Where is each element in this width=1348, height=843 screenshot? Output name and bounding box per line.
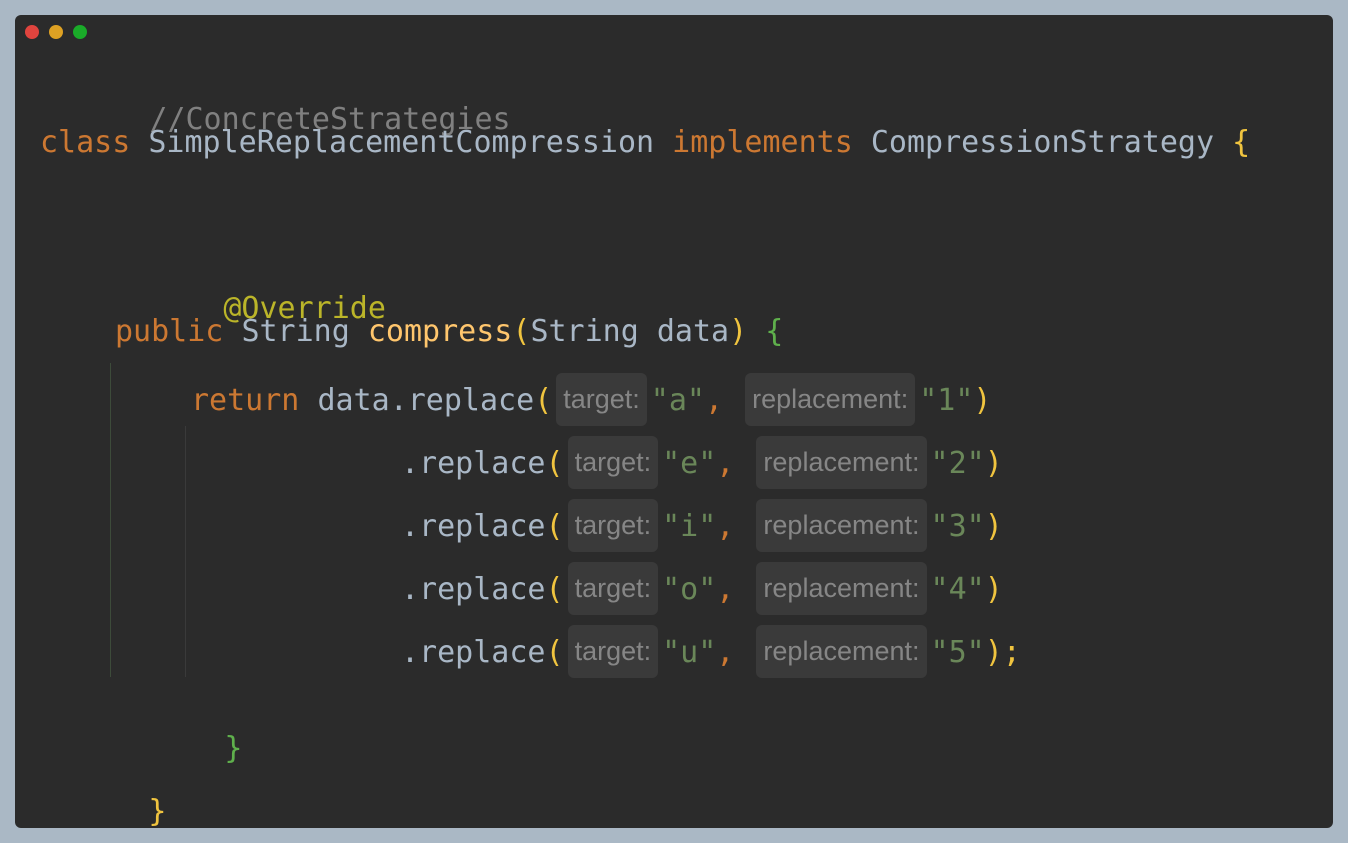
indent-guide-return	[185, 426, 186, 677]
code-line-method-close: }	[116, 689, 242, 766]
replace-close-paren: )	[984, 509, 1003, 544]
code-editor[interactable]: //ConcreteStrategies class SimpleReplace…	[15, 15, 1333, 828]
code-line-class-decl: class SimpleReplacementCompression imple…	[40, 123, 1250, 163]
replace-close-paren: );	[984, 635, 1021, 670]
replacement-string: "5"	[930, 635, 985, 670]
replacement-string: "2"	[930, 446, 985, 481]
replacement-string: "1"	[919, 383, 974, 418]
target-param-hint: target:	[567, 436, 659, 489]
target-param-hint: target:	[567, 625, 659, 678]
code-line-method-decl: public String compress(String data) {	[115, 312, 783, 352]
replace-method: .replace	[401, 509, 546, 544]
code-line-comment: //ConcreteStrategies	[41, 60, 510, 137]
arg-comma: ,	[716, 509, 735, 544]
replace-open-paren: (	[545, 572, 564, 607]
keyword-return: return	[191, 383, 300, 418]
method-close-brace: }	[224, 731, 243, 766]
target-string: "o"	[662, 572, 717, 607]
indent-guide-method	[110, 363, 111, 677]
code-line-replace-o: .replace(target: "o", replacement: "4")	[401, 562, 1003, 615]
replace-open-paren: (	[545, 446, 564, 481]
replacement-param-hint: replacement:	[756, 436, 927, 489]
arg-comma: ,	[704, 383, 724, 418]
target-param-hint: target:	[556, 373, 647, 426]
param-name: data	[656, 314, 730, 349]
class-name: SimpleReplacementCompression	[148, 125, 655, 160]
interface-name: CompressionStrategy	[870, 125, 1215, 160]
replace-open-paren: (	[534, 383, 553, 418]
code-line-annotation: @Override	[115, 249, 386, 326]
replace-close-paren: )	[984, 572, 1003, 607]
target-param-hint: target:	[567, 499, 659, 552]
target-string: "i"	[662, 509, 717, 544]
code-line-replace-i: .replace(target: "i", replacement: "3")	[401, 499, 1003, 552]
replace-method: .replace	[401, 446, 546, 481]
class-open-brace: {	[1232, 125, 1251, 160]
code-line-replace-u: .replace(target: "u", replacement: "5");	[401, 625, 1021, 678]
method-close-paren: )	[729, 314, 748, 349]
method-open-paren: (	[512, 314, 531, 349]
method-name: compress	[367, 314, 513, 349]
replacement-string: "3"	[930, 509, 985, 544]
code-line-class-close: }	[40, 752, 166, 828]
replace-method: .replace	[389, 383, 535, 418]
arg-comma: ,	[716, 446, 735, 481]
replace-close-paren: )	[973, 383, 992, 418]
receiver-name: data	[317, 383, 390, 418]
target-string: "u"	[662, 635, 717, 670]
return-type: String	[241, 314, 350, 349]
replace-method: .replace	[401, 572, 546, 607]
arg-comma: ,	[716, 635, 735, 670]
target-string: "e"	[662, 446, 717, 481]
replacement-param-hint: replacement:	[756, 562, 927, 615]
replacement-string: "4"	[930, 572, 985, 607]
code-line-replace-e: .replace(target: "e", replacement: "2")	[401, 436, 1003, 489]
replacement-param-hint: replacement:	[745, 373, 916, 426]
replace-open-paren: (	[545, 635, 564, 670]
keyword-implements: implements	[672, 125, 853, 160]
replace-close-paren: )	[984, 446, 1003, 481]
code-window: //ConcreteStrategies class SimpleReplace…	[15, 15, 1333, 828]
replace-method: .replace	[401, 635, 546, 670]
replacement-param-hint: replacement:	[756, 625, 927, 678]
replace-open-paren: (	[545, 509, 564, 544]
target-param-hint: target:	[567, 562, 659, 615]
param-type: String	[530, 314, 639, 349]
keyword-class: class	[40, 125, 131, 160]
target-string: "a"	[650, 383, 705, 418]
class-close-brace: }	[148, 794, 167, 828]
replacement-param-hint: replacement:	[756, 499, 927, 552]
code-line-return: return data.replace(target: "a", replacem…	[191, 373, 992, 426]
arg-comma: ,	[716, 572, 735, 607]
keyword-public: public	[115, 314, 224, 349]
method-open-brace: {	[765, 314, 784, 349]
